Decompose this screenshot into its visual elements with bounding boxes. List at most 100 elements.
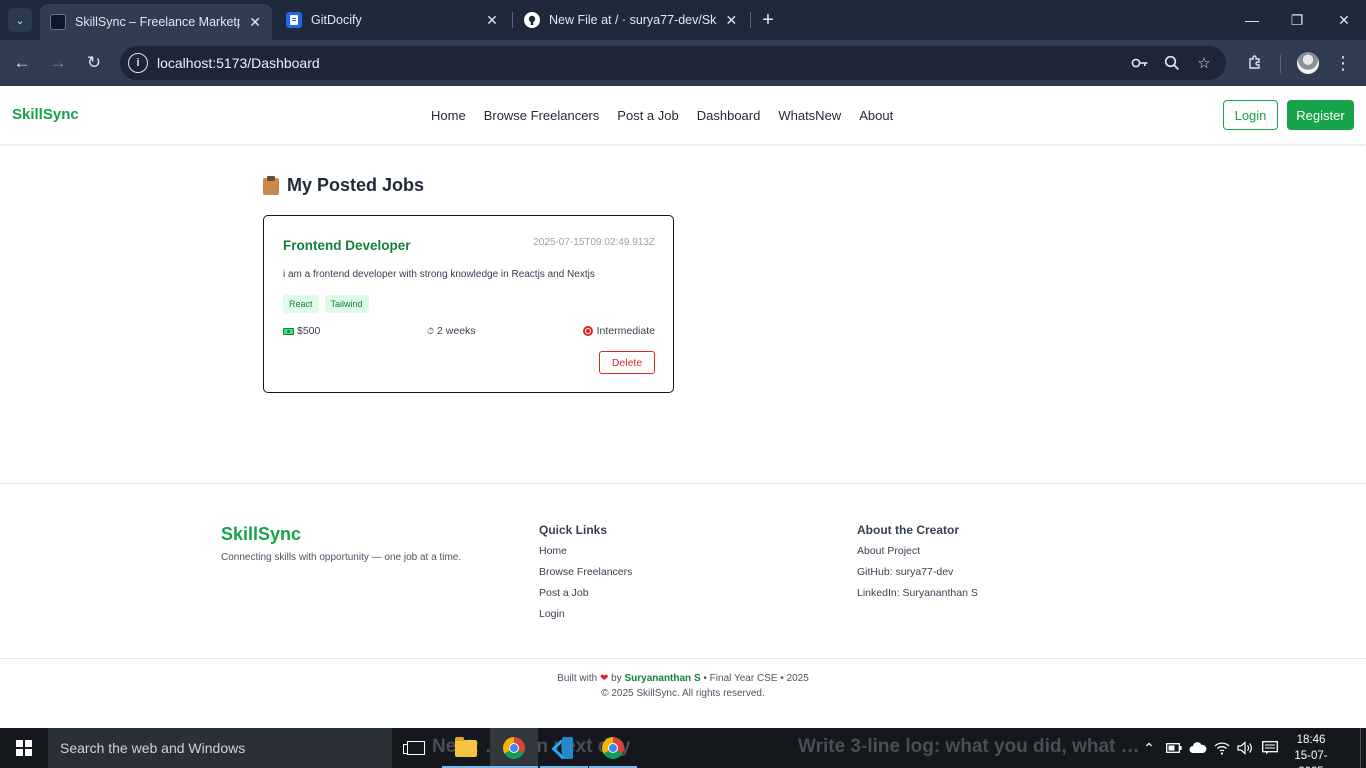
footer-quick-links-title: Quick Links	[539, 523, 608, 537]
task-view-icon[interactable]	[392, 728, 440, 768]
toolbar-divider	[1280, 55, 1281, 73]
wifi-icon[interactable]	[1212, 738, 1232, 758]
job-budget: $500	[283, 325, 320, 337]
windows-start-icon[interactable]	[0, 728, 48, 768]
skill-tag: Tailwind	[324, 295, 369, 313]
onedrive-cloud-icon[interactable]	[1188, 738, 1208, 758]
minimize-icon[interactable]: —	[1240, 8, 1264, 32]
browser-tab-strip: ⌄ SkillSync – Freelance Marketplace ✕ Gi…	[0, 0, 1366, 40]
footer-link-post-a-job[interactable]: Post a Job	[539, 586, 632, 607]
footer-link-github[interactable]: GitHub: surya77-dev	[857, 565, 978, 586]
action-center-icon[interactable]	[1260, 738, 1280, 758]
close-icon[interactable]: ✕	[725, 12, 738, 28]
background-overlay-text: Write 3-line log: what you did, what …	[798, 736, 1140, 757]
tab-title: GitDocify	[311, 13, 362, 27]
job-duration-value: 2 weeks	[437, 325, 476, 337]
profile-avatar[interactable]	[1297, 52, 1319, 74]
bookmark-star-icon[interactable]: ☆	[1194, 53, 1214, 73]
page-title-text: My Posted Jobs	[287, 175, 425, 195]
job-budget-value: $500	[297, 325, 321, 337]
built-with-text: Built with	[557, 673, 598, 684]
footer-link-home[interactable]: Home	[539, 544, 632, 565]
nav-browse-freelancers[interactable]: Browse Freelancers	[484, 108, 600, 123]
forward-arrow-icon[interactable]: →	[46, 51, 70, 75]
job-level-value: Intermediate	[596, 325, 655, 337]
more-menu-icon[interactable]: ⋮	[1334, 51, 1352, 75]
password-key-icon[interactable]	[1130, 53, 1150, 73]
clock-date: 15-07-2025	[1294, 750, 1328, 768]
footer-link-browse-freelancers[interactable]: Browse Freelancers	[539, 565, 632, 586]
site-footer: SkillSync Connecting skills with opportu…	[0, 483, 1366, 728]
heart-icon: ❤	[599, 673, 609, 684]
footer-bottom: Built with ❤ by Suryananthan S • Final Y…	[0, 658, 1366, 729]
job-level: Intermediate	[582, 325, 655, 337]
browser-tab-github[interactable]: New File at / · surya77-dev/SkillSync ✕	[514, 4, 748, 36]
new-tab-plus-icon[interactable]: +	[758, 9, 778, 31]
job-description: i am a frontend developer with strong kn…	[283, 269, 595, 280]
zoom-icon[interactable]	[1162, 53, 1182, 73]
window-close-icon[interactable]: ✕	[1332, 8, 1356, 32]
main-nav: Home Browse Freelancers Post a Job Dashb…	[431, 108, 893, 123]
skill-tag: React	[283, 295, 319, 313]
footer-link-about-project[interactable]: About Project	[857, 544, 978, 565]
clipboard-icon	[263, 176, 279, 195]
site-info-icon[interactable]: i	[128, 53, 148, 73]
url-text[interactable]: localhost:5173/Dashboard	[157, 55, 320, 71]
chrome-icon[interactable]	[589, 728, 637, 768]
nav-about[interactable]: About	[859, 108, 893, 123]
site-header: SkillSync Home Browse Freelancers Post a…	[0, 86, 1366, 144]
vscode-icon[interactable]	[540, 728, 588, 768]
browser-tab-skillsync[interactable]: SkillSync – Freelance Marketplace ✕	[40, 4, 272, 40]
nav-home[interactable]: Home	[431, 108, 466, 123]
taskbar-clock[interactable]: 18:46 15-07-2025	[1289, 732, 1333, 768]
footer-link-linkedin[interactable]: LinkedIn: Suryananthan S	[857, 586, 978, 607]
footer-link-login[interactable]: Login	[539, 607, 632, 628]
tab-divider	[750, 12, 751, 28]
volume-icon[interactable]	[1235, 738, 1255, 758]
register-button[interactable]: Register	[1287, 100, 1354, 130]
job-card: Frontend Developer 2025-07-15T09:02:49.9…	[263, 215, 674, 393]
address-bar[interactable]: i localhost:5173/Dashboard ☆	[120, 46, 1226, 80]
page-title: My Posted Jobs	[263, 175, 424, 196]
delete-job-button[interactable]: Delete	[599, 351, 655, 374]
back-arrow-icon[interactable]: ←	[10, 51, 34, 75]
tab-title: SkillSync – Freelance Marketplace	[75, 15, 240, 29]
built-by-text: by	[611, 673, 622, 684]
close-icon[interactable]: ✕	[484, 12, 500, 28]
restore-icon[interactable]: ❐	[1285, 8, 1309, 32]
taskbar-search-box[interactable]: Search the web and Windows	[48, 728, 392, 768]
skillsync-favicon-icon	[50, 14, 66, 30]
tab-search-chevron-icon[interactable]: ⌄	[8, 8, 32, 32]
footer-creator: About the Creator About Project GitHub: …	[857, 523, 978, 607]
nav-dashboard[interactable]: Dashboard	[697, 108, 761, 123]
close-icon[interactable]: ✕	[248, 14, 262, 30]
nav-post-a-job[interactable]: Post a Job	[617, 108, 678, 123]
file-explorer-icon[interactable]	[442, 728, 490, 768]
extensions-puzzle-icon[interactable]	[1243, 51, 1267, 75]
target-icon	[582, 326, 593, 336]
money-icon	[283, 327, 294, 335]
job-date: 2025-07-15T09:02:49.913Z	[533, 237, 655, 248]
show-hidden-icons-chevron-icon[interactable]: ⌃	[1139, 738, 1159, 758]
footer-quick-links: Quick Links Home Browse Freelancers Post…	[539, 523, 632, 628]
chrome-icon[interactable]	[490, 728, 538, 768]
gitdocify-favicon-icon	[286, 12, 302, 28]
clock-time: 18:46	[1296, 734, 1326, 746]
site-logo[interactable]: SkillSync	[12, 106, 79, 123]
tab-title: New File at / · surya77-dev/SkillSync	[549, 13, 717, 27]
job-duration: ⏱ 2 weeks	[427, 325, 476, 337]
author-name[interactable]: Suryananthan S	[624, 673, 700, 684]
footer-built-with: Built with ❤ by Suryananthan S • Final Y…	[0, 673, 1366, 684]
footer-creator-title: About the Creator	[857, 523, 959, 537]
show-desktop-button[interactable]	[1360, 728, 1366, 768]
skill-tags: React Tailwind	[283, 295, 369, 313]
nav-whatsnew[interactable]: WhatsNew	[778, 108, 841, 123]
battery-icon[interactable]	[1164, 738, 1184, 758]
login-button[interactable]: Login	[1223, 100, 1278, 130]
reload-icon[interactable]: ↻	[82, 51, 106, 75]
built-suffix-text: • Final Year CSE • 2025	[703, 673, 809, 684]
job-title: Frontend Developer	[283, 238, 411, 253]
tab-divider	[512, 12, 513, 28]
browser-toolbar: ← → ↻ i localhost:5173/Dashboard ☆ ⋮	[0, 40, 1366, 86]
browser-tab-gitdocify[interactable]: GitDocify ✕	[276, 4, 510, 36]
